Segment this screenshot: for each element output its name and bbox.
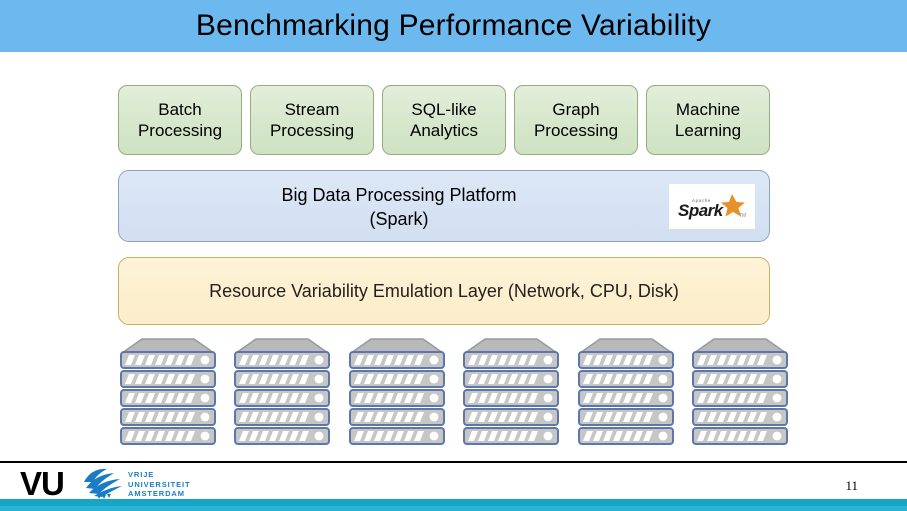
server-rack-icon (120, 338, 216, 450)
server-rack-icon (463, 338, 560, 450)
vu-wordmark: VU (20, 465, 65, 502)
workload-box-machine-learning: Machine Learning (646, 85, 770, 155)
platform-layer-box: Big Data Processing Platform (Spark) Apa… (118, 170, 770, 242)
server-rack-icon (691, 338, 788, 450)
footer-divider (0, 461, 907, 463)
workload-box-label-line1: SQL-like (411, 100, 477, 119)
workload-box-label-line2: Learning (674, 121, 742, 140)
workload-box-label-line1: Batch (158, 100, 202, 119)
workload-box-graph-processing: Graph Processing (514, 85, 638, 155)
svg-text:Spark: Spark (678, 201, 725, 220)
vu-logo-text: VRIJE UNIVERSITEIT AMSTERDAM (128, 470, 190, 499)
emulation-layer-box: Resource Variability Emulation Layer (Ne… (118, 257, 770, 325)
title-band: Benchmarking Performance Variability (0, 0, 907, 52)
server-rack-row (120, 338, 788, 450)
vu-griffin-icon (82, 468, 124, 500)
vu-logo-line1: VRIJE (128, 470, 155, 479)
workload-box-label-line2: Processing (137, 121, 223, 140)
server-rack-icon (234, 338, 331, 450)
workload-box-batch-processing: Batch Processing (118, 85, 242, 155)
workload-box-label-line2: Processing (533, 121, 619, 140)
workload-box-row: Batch Processing Stream Processing SQL-l… (118, 85, 770, 155)
platform-layer-label: Big Data Processing Platform (Spark) (119, 171, 679, 243)
workload-box-label-line1: Graph (552, 100, 600, 119)
server-rack-icon (577, 338, 674, 450)
footer-accent-bar-secondary (0, 506, 907, 511)
vu-logo-line3: AMSTERDAM (128, 489, 185, 498)
platform-layer-label-line2: (Spark) (369, 209, 429, 229)
spark-logo-icon: Apache Spark TM (669, 184, 755, 229)
workload-box-label-line1: Stream (284, 100, 340, 119)
workload-box-label-line2: Analytics (409, 121, 479, 140)
footer-accent-bar (0, 499, 907, 506)
platform-layer-label-line1: Big Data Processing Platform (281, 185, 517, 205)
emulation-layer-label: Resource Variability Emulation Layer (Ne… (209, 280, 679, 301)
slide: Benchmarking Performance Variability Bat… (0, 0, 907, 511)
page-title: Benchmarking Performance Variability (195, 9, 712, 42)
workload-box-sql-like-analytics: SQL-like Analytics (382, 85, 506, 155)
workload-box-label-line1: Machine (675, 100, 741, 119)
server-rack-icon (348, 338, 445, 450)
workload-box-stream-processing: Stream Processing (250, 85, 374, 155)
workload-box-label-line2: Processing (269, 121, 355, 140)
svg-text:TM: TM (739, 213, 746, 219)
page-number: 11 (845, 478, 858, 493)
vu-university-logo: VU VRIJE UNIVERSITEIT AMSTERDAM (20, 466, 220, 502)
vu-logo-line2: UNIVERSITEIT (128, 479, 191, 489)
